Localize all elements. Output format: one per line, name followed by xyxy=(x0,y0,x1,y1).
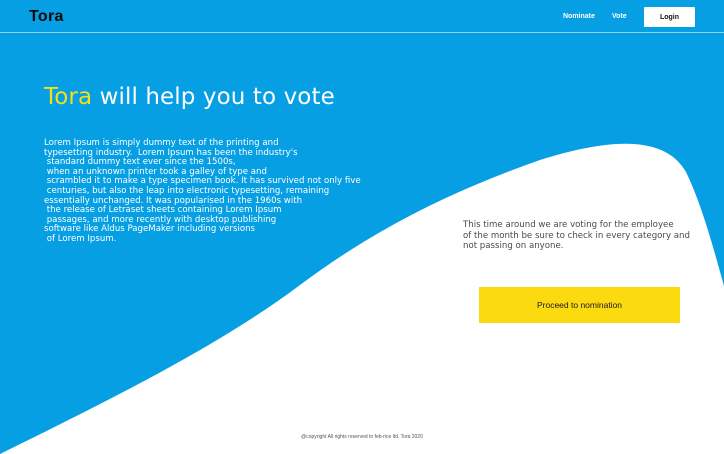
login-button[interactable]: Login xyxy=(644,7,695,27)
footer-copyright: @copyright All rights reserved to feb-ri… xyxy=(301,434,423,440)
nav-vote-link[interactable]: Vote xyxy=(612,13,627,20)
hero-title: Tora will help you to vote xyxy=(44,84,335,110)
proceed-to-nomination-button[interactable]: Proceed to nomination xyxy=(479,287,680,323)
voting-info-text: This time around we are voting for the e… xyxy=(463,220,690,252)
nav-nominate-link[interactable]: Nominate xyxy=(563,13,595,20)
hero-description: Lorem Ipsum is simply dummy text of the … xyxy=(44,138,361,244)
logo[interactable]: Tora xyxy=(29,8,64,26)
hero-title-brand: Tora xyxy=(44,84,93,110)
header-divider xyxy=(0,32,724,33)
hero-title-rest: will help you to vote xyxy=(92,84,335,110)
